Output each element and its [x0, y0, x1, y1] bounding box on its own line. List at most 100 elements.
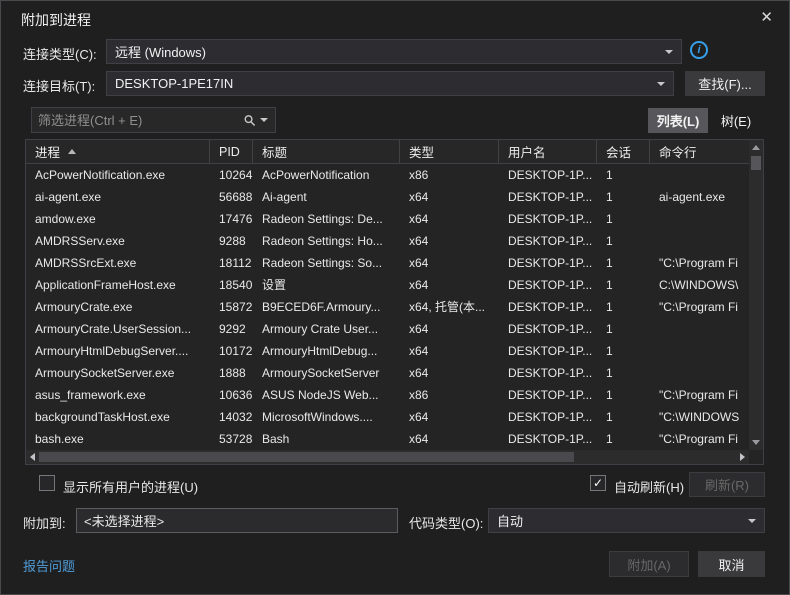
- cell-process: amdow.exe: [26, 208, 210, 230]
- process-table: 进程 PID 标题 类型 用户名 会话 命令行 AcPowerNotificat…: [25, 139, 764, 465]
- cell-user: DESKTOP-1P...: [499, 384, 597, 406]
- chevron-down-icon: [748, 519, 756, 523]
- cell-type: x64: [400, 274, 499, 296]
- refresh-button[interactable]: 刷新(R): [689, 472, 765, 497]
- connection-type-combobox[interactable]: 远程 (Windows): [106, 39, 682, 64]
- column-header-process[interactable]: 进程: [26, 140, 210, 163]
- attach-button[interactable]: 附加(A): [609, 551, 689, 577]
- cell-user: DESKTOP-1P...: [499, 340, 597, 362]
- cell-pid: 9288: [210, 230, 253, 252]
- find-button[interactable]: 查找(F)...: [685, 71, 765, 96]
- column-header-session[interactable]: 会话: [597, 140, 650, 163]
- process-table-body: AcPowerNotification.exe10264AcPowerNotif…: [26, 164, 749, 450]
- table-row[interactable]: backgroundTaskHost.exe14032MicrosoftWind…: [26, 406, 749, 428]
- show-all-users-checkbox[interactable]: [39, 475, 55, 491]
- cell-title: Bash: [253, 428, 400, 450]
- cell-pid: 15872: [210, 296, 253, 318]
- cell-user: DESKTOP-1P...: [499, 208, 597, 230]
- table-row[interactable]: ArmourySocketServer.exe1888ArmourySocket…: [26, 362, 749, 384]
- cell-session: 1: [597, 252, 650, 274]
- chevron-down-icon[interactable]: [260, 118, 268, 122]
- cell-process: ArmourySocketServer.exe: [26, 362, 210, 384]
- cell-pid: 9292: [210, 318, 253, 340]
- view-toggle-list-button[interactable]: 列表(L): [648, 108, 708, 133]
- cell-process: ai-agent.exe: [26, 186, 210, 208]
- cell-process: ArmouryHtmlDebugServer....: [26, 340, 210, 362]
- cell-title: MicrosoftWindows....: [253, 406, 400, 428]
- table-row[interactable]: asus_framework.exe10636ASUS NodeJS Web..…: [26, 384, 749, 406]
- column-header-user[interactable]: 用户名: [499, 140, 597, 163]
- table-row[interactable]: AMDRSServ.exe9288Radeon Settings: Ho...x…: [26, 230, 749, 252]
- info-icon[interactable]: i: [690, 41, 708, 59]
- cell-session: 1: [597, 208, 650, 230]
- cell-pid: 1888: [210, 362, 253, 384]
- cell-user: DESKTOP-1P...: [499, 274, 597, 296]
- cell-user: DESKTOP-1P...: [499, 428, 597, 450]
- column-header-pid[interactable]: PID: [210, 140, 253, 163]
- cell-cmd: "C:\Program Fi: [650, 296, 749, 318]
- scroll-up-icon[interactable]: [752, 145, 760, 150]
- column-header-cmdline[interactable]: 命令行: [650, 140, 749, 163]
- auto-refresh-label: 自动刷新(H): [614, 477, 684, 496]
- table-row[interactable]: ArmouryCrate.UserSession...9292Armoury C…: [26, 318, 749, 340]
- cell-cmd: [650, 164, 749, 186]
- horizontal-scrollbar-thumb[interactable]: [39, 452, 574, 462]
- table-row[interactable]: AcPowerNotification.exe10264AcPowerNotif…: [26, 164, 749, 186]
- chevron-down-icon: [665, 50, 673, 54]
- table-row[interactable]: ArmouryHtmlDebugServer....10172ArmouryHt…: [26, 340, 749, 362]
- cell-pid: 17476: [210, 208, 253, 230]
- cell-type: x64: [400, 318, 499, 340]
- cell-cmd: ai-agent.exe: [650, 186, 749, 208]
- scroll-left-icon[interactable]: [30, 453, 35, 461]
- scroll-down-icon[interactable]: [752, 440, 760, 445]
- attach-to-input[interactable]: [76, 508, 398, 533]
- close-icon[interactable]: ✕: [760, 8, 773, 26]
- cell-session: 1: [597, 186, 650, 208]
- column-header-label: 标题: [262, 142, 287, 161]
- cell-pid: 10264: [210, 164, 253, 186]
- cell-process: ApplicationFrameHost.exe: [26, 274, 210, 296]
- connection-target-combobox[interactable]: DESKTOP-1PE17IN: [106, 71, 674, 96]
- connection-target-label: 连接目标(T):: [23, 76, 95, 95]
- cell-session: 1: [597, 384, 650, 406]
- scroll-right-icon[interactable]: [740, 453, 745, 461]
- cell-session: 1: [597, 164, 650, 186]
- cell-session: 1: [597, 406, 650, 428]
- attach-to-process-dialog: 附加到进程 ✕ 连接类型(C): 远程 (Windows) i 连接目标(T):…: [0, 0, 790, 595]
- title-bar: 附加到进程 ✕: [1, 1, 789, 33]
- code-type-combobox[interactable]: 自动: [488, 508, 765, 533]
- cancel-button[interactable]: 取消: [698, 551, 765, 577]
- cell-pid: 56688: [210, 186, 253, 208]
- vertical-scrollbar-thumb[interactable]: [751, 156, 761, 170]
- horizontal-scrollbar[interactable]: [26, 450, 749, 464]
- cell-type: x64, 托管(本...: [400, 296, 499, 318]
- filter-processes-input[interactable]: [32, 113, 243, 128]
- report-problem-link[interactable]: 报告问题: [23, 556, 75, 575]
- table-row[interactable]: ApplicationFrameHost.exe18540设置x64DESKTO…: [26, 274, 749, 296]
- cell-pid: 10636: [210, 384, 253, 406]
- cell-title: Radeon Settings: So...: [253, 252, 400, 274]
- column-header-type[interactable]: 类型: [400, 140, 499, 163]
- cell-cmd: C:\WINDOWS\: [650, 274, 749, 296]
- table-row[interactable]: amdow.exe17476Radeon Settings: De...x64D…: [26, 208, 749, 230]
- cell-pid: 14032: [210, 406, 253, 428]
- auto-refresh-checkbox[interactable]: ✓: [590, 475, 606, 491]
- cell-type: x64: [400, 186, 499, 208]
- cell-type: x64: [400, 230, 499, 252]
- table-row[interactable]: bash.exe53728Bashx64DESKTOP-1P...1"C:\Pr…: [26, 428, 749, 450]
- cell-user: DESKTOP-1P...: [499, 252, 597, 274]
- cell-user: DESKTOP-1P...: [499, 406, 597, 428]
- view-toggle-tree-button[interactable]: 树(E): [712, 108, 760, 133]
- cell-title: Ai-agent: [253, 186, 400, 208]
- cell-user: DESKTOP-1P...: [499, 186, 597, 208]
- table-row[interactable]: AMDRSSrcExt.exe18112Radeon Settings: So.…: [26, 252, 749, 274]
- cell-type: x86: [400, 384, 499, 406]
- table-row[interactable]: ArmouryCrate.exe15872B9ECED6F.Armoury...…: [26, 296, 749, 318]
- table-row[interactable]: ai-agent.exe56688Ai-agentx64DESKTOP-1P..…: [26, 186, 749, 208]
- vertical-scrollbar[interactable]: [749, 140, 763, 450]
- cell-process: AMDRSServ.exe: [26, 230, 210, 252]
- cell-title: ArmourySocketServer: [253, 362, 400, 384]
- column-header-label: PID: [219, 145, 240, 159]
- column-header-title[interactable]: 标题: [253, 140, 400, 163]
- cell-type: x86: [400, 164, 499, 186]
